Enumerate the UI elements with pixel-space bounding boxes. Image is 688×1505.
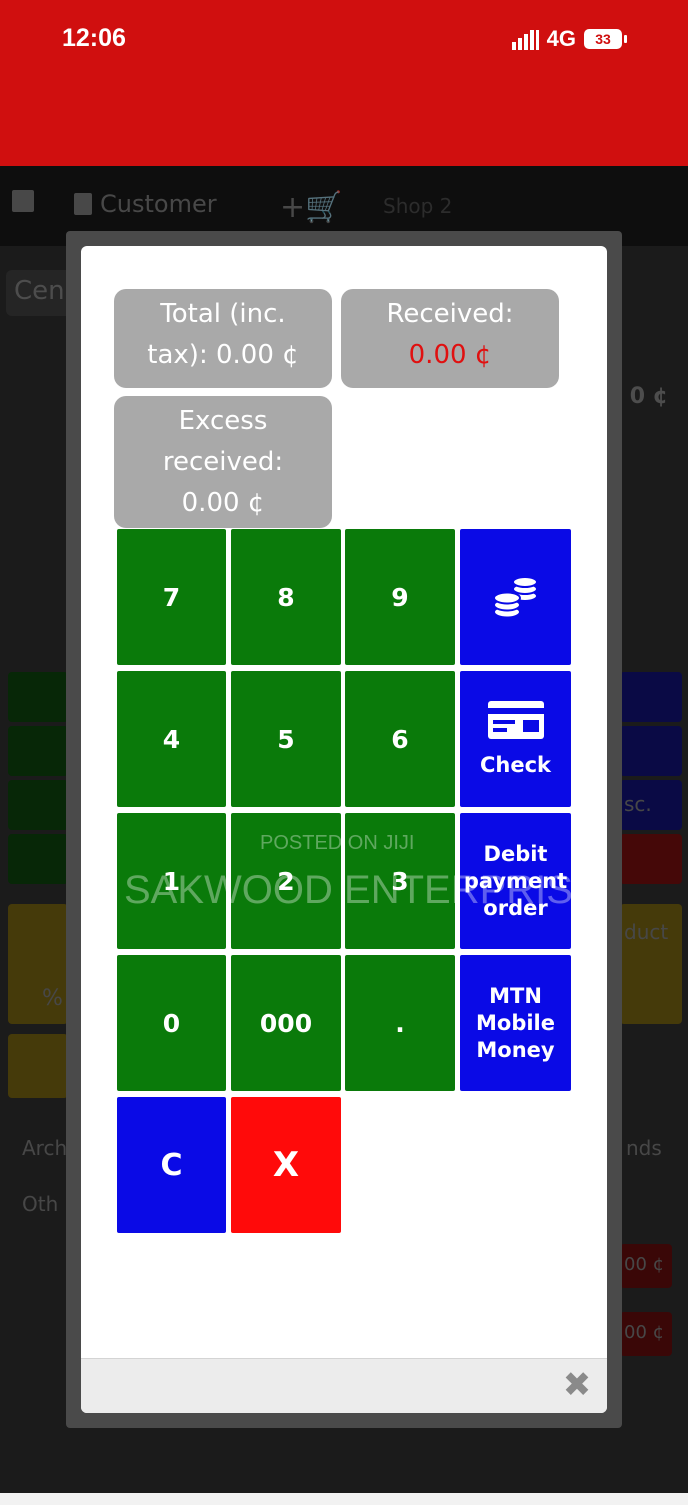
excess-box: Excess received: 0.00 ¢ <box>114 396 332 528</box>
total-label-line1: Total (inc. <box>160 299 286 329</box>
excess-label-line1: Excess <box>178 406 268 436</box>
check-button[interactable]: Check <box>460 671 571 807</box>
nav-bar <box>0 1493 688 1505</box>
battery-icon: 33 <box>584 29 627 49</box>
key-7[interactable]: 7 <box>117 529 226 665</box>
cancel-button[interactable]: X <box>231 1097 341 1233</box>
key-6[interactable]: 6 <box>345 671 455 807</box>
mtn-label-line3: Money <box>476 1037 555 1062</box>
key-4[interactable]: 4 <box>117 671 226 807</box>
total-label-line2: tax): 0.00 ¢ <box>147 340 299 370</box>
mtn-label-line1: MTN <box>489 983 542 1008</box>
coins-icon <box>492 576 538 619</box>
close-icon[interactable]: ✖ <box>559 1367 595 1403</box>
debit-label-line1: Debit <box>483 841 548 866</box>
check-label: Check <box>479 752 552 777</box>
dialog-footer: ✖ <box>81 1358 607 1413</box>
received-label: Received: <box>386 299 514 329</box>
payment-dialog: Total (inc. tax): 0.00 ¢ Received: 0.00 … <box>81 246 607 1413</box>
received-value: 0.00 ¢ <box>408 340 492 370</box>
key-8[interactable]: 8 <box>231 529 341 665</box>
excess-value: 0.00 ¢ <box>181 488 265 518</box>
signal-icon <box>511 28 539 50</box>
cash-button[interactable] <box>460 529 571 665</box>
status-bar: 12:06 4G 33 <box>0 0 688 166</box>
received-box: Received: 0.00 ¢ <box>341 289 559 388</box>
check-card-icon <box>487 700 544 739</box>
status-time: 12:06 <box>62 24 126 52</box>
key-5[interactable]: 5 <box>231 671 341 807</box>
network-type: 4G <box>546 26 576 51</box>
mtn-label-line2: Mobile <box>476 1010 555 1035</box>
mtn-mobile-money-button[interactable]: MTN Mobile Money <box>460 955 571 1091</box>
watermark-line1: POSTED ON JIJI <box>260 832 415 854</box>
key-decimal[interactable]: . <box>345 955 455 1091</box>
key-9[interactable]: 9 <box>345 529 455 665</box>
status-indicators: 4G 33 <box>511 26 627 52</box>
key-000[interactable]: 000 <box>231 955 341 1091</box>
clear-button[interactable]: C <box>117 1097 226 1233</box>
total-box: Total (inc. tax): 0.00 ¢ <box>114 289 332 388</box>
excess-label-line2: received: <box>162 447 284 477</box>
key-0[interactable]: 0 <box>117 955 226 1091</box>
watermark-line2: SAKWOOD ENTERPRISE <box>124 868 600 912</box>
